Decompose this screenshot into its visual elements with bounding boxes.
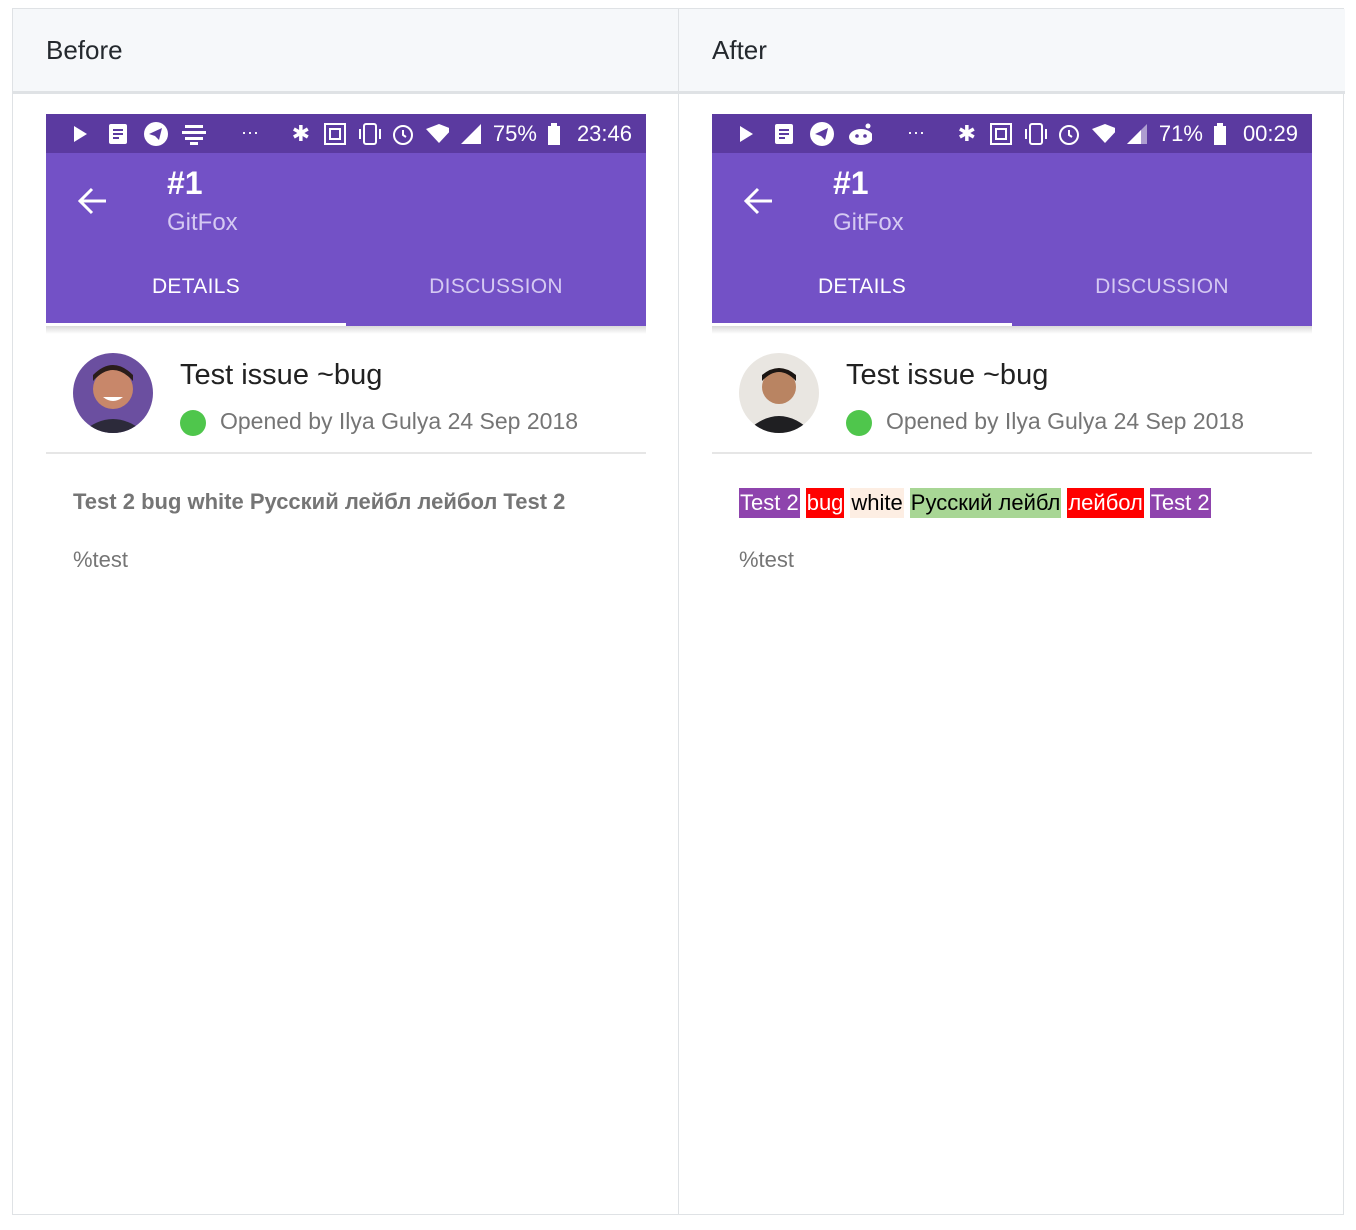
app-toolbar: #1 GitFox DETAILS DISCUSSION [712,153,1312,326]
issue-title: Test issue ~bug [846,359,1049,391]
issue-number: #1 [167,165,203,201]
back-arrow-icon[interactable] [76,184,110,218]
app-toolbar: #1 GitFox DETAILS DISCUSSION [46,153,646,326]
opened-status-icon [180,410,206,436]
label-chip[interactable]: Test 2 [1149,488,1211,518]
avatar[interactable] [73,353,153,433]
tab-details[interactable]: DETAILS [712,247,1012,326]
signal-icon [1125,122,1149,146]
tab-discussion[interactable]: DISCUSSION [1012,247,1312,326]
vibrate-icon [357,122,381,146]
play-icon [734,122,758,146]
issue-title: Test issue ~bug [180,359,383,391]
label-chips: Test 2 bug white Русский лейбл лейбол Te… [739,488,1211,518]
clock: 00:29 [1242,120,1298,146]
avatar[interactable] [739,353,819,433]
back-arrow-icon[interactable] [742,184,776,218]
tab-details[interactable]: DETAILS [46,247,346,326]
comparison-table: Before ⋯ ✱ 75% 23:46 #1 GitFox DETAILS D… [12,8,1345,1215]
vibrate-icon [1023,122,1047,146]
nfc-icon [323,122,347,146]
phone-screen-before: ⋯ ✱ 75% 23:46 #1 GitFox DETAILS DISCUSSI… [46,114,646,614]
bluetooth-icon: ✱ [291,120,311,146]
issue-meta: Opened by Ilya Gulya 24 Sep 2018 [220,408,579,434]
status-bar: ⋯ ✱ 71% 00:29 [712,114,1312,153]
issue-header: Test issue ~bug Opened by Ilya Gulya 24 … [46,326,646,454]
tab-discussion[interactable]: DISCUSSION [346,247,646,326]
after-column: After ⋯ ✱ 71% 00:29 #1 GitFox DETAILS DI… [679,9,1345,1214]
column-header-after: After [679,9,1345,94]
nfc-icon [989,122,1013,146]
label-chip[interactable]: bug [805,488,845,518]
signal-icon [459,122,483,146]
play-icon [68,122,92,146]
label-chip[interactable]: Test 2 [739,488,800,518]
wifi-icon [425,122,449,146]
alarm-icon [1057,122,1081,146]
issue-header: Test issue ~bug Opened by Ilya Gulya 24 … [712,326,1312,454]
issue-labels-text: Test 2 bug white Русский лейбл лейбол Te… [73,489,566,514]
telegram-icon [810,121,834,146]
notification-icon [182,122,206,146]
label-chip[interactable]: white [850,488,904,518]
battery-icon [1213,122,1227,146]
alarm-icon [391,122,415,146]
issue-number: #1 [833,165,869,201]
battery-percent: 71% [1158,120,1203,146]
more-icon: ⋯ [907,123,925,143]
project-name: GitFox [167,209,238,236]
label-chip[interactable]: лейбол [1067,488,1144,518]
issue-milestone: %test [73,547,129,572]
issue-meta: Opened by Ilya Gulya 24 Sep 2018 [886,408,1245,434]
column-header-before: Before [13,9,678,94]
phone-screen-after: ⋯ ✱ 71% 00:29 #1 GitFox DETAILS DISCUSSI… [712,114,1312,614]
clock: 23:46 [576,120,632,146]
tab-bar: DETAILS DISCUSSION [712,247,1312,326]
label-chip[interactable]: Русский лейбл [909,488,1062,518]
project-name: GitFox [833,209,904,236]
document-icon [106,122,130,146]
more-icon: ⋯ [241,123,259,143]
before-column: Before ⋯ ✱ 75% 23:46 #1 GitFox DETAILS D… [13,9,679,1214]
battery-icon [547,122,561,146]
reddit-icon [848,122,872,146]
battery-percent: 75% [492,120,537,146]
status-bar: ⋯ ✱ 75% 23:46 [46,114,646,153]
wifi-icon [1091,122,1115,146]
issue-milestone: %test [739,547,795,572]
bluetooth-icon: ✱ [957,120,977,146]
document-icon [772,122,796,146]
tab-bar: DETAILS DISCUSSION [46,247,646,326]
opened-status-icon [846,410,872,436]
telegram-icon [144,121,168,146]
